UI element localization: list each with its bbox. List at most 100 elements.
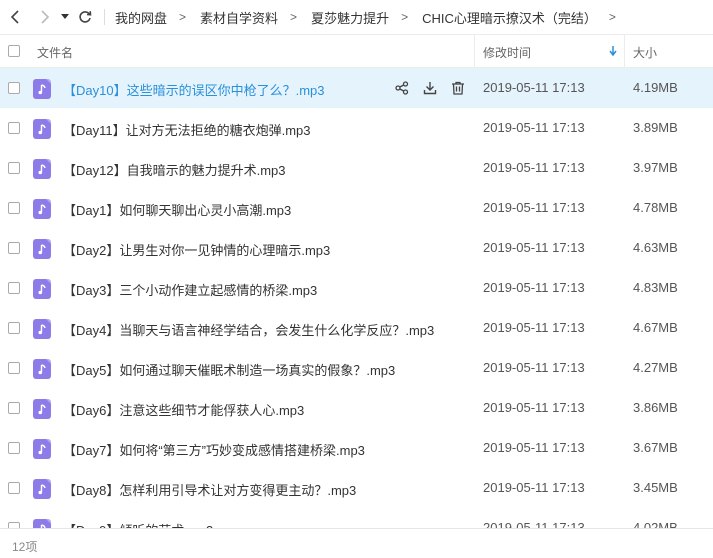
row-checkbox[interactable] bbox=[8, 362, 20, 374]
file-name[interactable]: 【Day7】如何将“第三方”巧妙变成感情搭建桥梁.mp3 bbox=[63, 440, 365, 459]
file-name[interactable]: 【Day6】注意这些细节才能俘获人心.mp3 bbox=[63, 400, 304, 419]
file-name[interactable]: 【Day8】怎样利用引导术让对方变得更主动？.mp3 bbox=[63, 480, 356, 499]
column-header-name[interactable]: 文件名 bbox=[37, 44, 73, 61]
column-header-mtime[interactable]: 修改时间 bbox=[483, 44, 531, 61]
file-modified-time: 2019-05-11 17:13 bbox=[483, 520, 585, 528]
file-name[interactable]: 【Day2】让男生对你一见钟情的心理暗示.mp3 bbox=[63, 240, 330, 259]
select-all-checkbox[interactable] bbox=[8, 45, 20, 57]
file-row[interactable]: 【Day9】倾听的艺术.mp3 2019-05-11 17:13 4.02MB bbox=[0, 508, 713, 528]
download-button[interactable] bbox=[420, 78, 440, 98]
file-row[interactable]: 【Day5】如何通过聊天催眠术制造一场真实的假象？.mp3 2019-05-11… bbox=[0, 348, 713, 388]
row-checkbox[interactable] bbox=[8, 282, 20, 294]
file-row[interactable]: 【Day3】三个小动作建立起感情的桥梁.mp3 2019-05-11 17:13… bbox=[0, 268, 713, 308]
file-modified-time: 2019-05-11 17:13 bbox=[483, 320, 585, 335]
breadcrumb-separator: > bbox=[290, 10, 298, 24]
file-row[interactable]: 【Day10】这些暗示的误区你中枪了么？.mp3 2019-05-11 17:1… bbox=[0, 68, 713, 108]
history-dropdown-icon bbox=[61, 14, 69, 19]
file-modified-time: 2019-05-11 17:13 bbox=[483, 480, 585, 495]
file-name[interactable]: 【Day12】自我暗示的魅力提升术.mp3 bbox=[63, 160, 285, 179]
share-button[interactable] bbox=[392, 78, 412, 98]
file-size: 3.86MB bbox=[633, 400, 678, 415]
back-arrow-icon bbox=[10, 10, 19, 24]
row-checkbox[interactable] bbox=[8, 442, 20, 454]
row-checkbox[interactable] bbox=[8, 82, 20, 94]
file-name[interactable]: 【Day10】这些暗示的误区你中枪了么？.mp3 bbox=[63, 80, 324, 99]
file-modified-time: 2019-05-11 17:13 bbox=[483, 240, 585, 255]
delete-button[interactable] bbox=[448, 78, 468, 98]
file-name[interactable]: 【Day4】当聊天与语言神经学结合，会发生什么化学反应？.mp3 bbox=[63, 320, 434, 339]
file-list: 【Day10】这些暗示的误区你中枪了么？.mp3 2019-05-11 17:1… bbox=[0, 68, 713, 528]
breadcrumb-current-folder[interactable]: CHIC心理暗示撩汉术（完结） bbox=[422, 8, 597, 27]
download-icon bbox=[423, 82, 437, 95]
breadcrumb: 我的网盘 > 素材自学资料 > 夏莎魅力提升 > CHIC心理暗示撩汉术（完结）… bbox=[115, 8, 630, 27]
music-file-icon bbox=[33, 79, 51, 99]
file-size: 4.27MB bbox=[633, 360, 678, 375]
row-checkbox[interactable] bbox=[8, 482, 20, 494]
file-row[interactable]: 【Day7】如何将“第三方”巧妙变成感情搭建桥梁.mp3 2019-05-11 … bbox=[0, 428, 713, 468]
music-file-icon bbox=[33, 479, 51, 499]
file-modified-time: 2019-05-11 17:13 bbox=[483, 120, 585, 135]
music-file-icon bbox=[33, 239, 51, 259]
column-divider[interactable] bbox=[624, 35, 625, 67]
file-size: 4.83MB bbox=[633, 280, 678, 295]
delete-icon bbox=[452, 81, 464, 95]
forward-arrow-icon bbox=[41, 10, 50, 24]
file-modified-time: 2019-05-11 17:13 bbox=[483, 400, 585, 415]
file-row[interactable]: 【Day8】怎样利用引导术让对方变得更主动？.mp3 2019-05-11 17… bbox=[0, 468, 713, 508]
row-checkbox[interactable] bbox=[8, 202, 20, 214]
breadcrumb-separator: > bbox=[179, 10, 187, 24]
file-row[interactable]: 【Day12】自我暗示的魅力提升术.mp3 2019-05-11 17:13 3… bbox=[0, 148, 713, 188]
item-count: 12项 bbox=[12, 540, 38, 554]
music-file-icon bbox=[33, 319, 51, 339]
music-file-icon bbox=[33, 399, 51, 419]
forward-button[interactable] bbox=[34, 6, 56, 28]
file-size: 4.67MB bbox=[633, 320, 678, 335]
share-icon bbox=[395, 81, 409, 95]
file-row[interactable]: 【Day6】注意这些细节才能俘获人心.mp3 2019-05-11 17:13 … bbox=[0, 388, 713, 428]
music-file-icon bbox=[33, 159, 51, 179]
file-size: 4.63MB bbox=[633, 240, 678, 255]
music-file-icon bbox=[33, 199, 51, 219]
file-size: 3.97MB bbox=[633, 160, 678, 175]
file-row[interactable]: 【Day4】当聊天与语言神经学结合，会发生什么化学反应？.mp3 2019-05… bbox=[0, 308, 713, 348]
row-actions bbox=[392, 78, 468, 98]
refresh-icon bbox=[79, 11, 92, 23]
breadcrumb-charm[interactable]: 夏莎魅力提升 bbox=[311, 8, 389, 27]
file-size: 4.02MB bbox=[633, 520, 678, 528]
file-name[interactable]: 【Day11】让对方无法拒绝的糖衣炮弹.mp3 bbox=[63, 120, 311, 139]
refresh-button[interactable] bbox=[74, 6, 96, 28]
file-row[interactable]: 【Day1】如何聊天聊出心灵小高潮.mp3 2019-05-11 17:13 4… bbox=[0, 188, 713, 228]
file-name[interactable]: 【Day1】如何聊天聊出心灵小高潮.mp3 bbox=[63, 200, 291, 219]
row-checkbox[interactable] bbox=[8, 122, 20, 134]
breadcrumb-my-drive[interactable]: 我的网盘 bbox=[115, 8, 167, 27]
list-header: 文件名 修改时间 大小 bbox=[0, 34, 713, 68]
music-file-icon bbox=[33, 359, 51, 379]
back-button[interactable] bbox=[4, 6, 26, 28]
column-header-size[interactable]: 大小 bbox=[633, 44, 657, 61]
toolbar-divider bbox=[104, 9, 105, 25]
file-row[interactable]: 【Day11】让对方无法拒绝的糖衣炮弹.mp3 2019-05-11 17:13… bbox=[0, 108, 713, 148]
file-modified-time: 2019-05-11 17:13 bbox=[483, 80, 585, 95]
file-modified-time: 2019-05-11 17:13 bbox=[483, 360, 585, 375]
file-name[interactable]: 【Day3】三个小动作建立起感情的桥梁.mp3 bbox=[63, 280, 317, 299]
file-size: 4.78MB bbox=[633, 200, 678, 215]
column-divider[interactable] bbox=[474, 35, 475, 67]
breadcrumb-separator[interactable]: > bbox=[609, 10, 616, 24]
row-checkbox[interactable] bbox=[8, 402, 20, 414]
breadcrumb-materials[interactable]: 素材自学资料 bbox=[200, 8, 278, 27]
file-row[interactable]: 【Day2】让男生对你一见钟情的心理暗示.mp3 2019-05-11 17:1… bbox=[0, 228, 713, 268]
file-modified-time: 2019-05-11 17:13 bbox=[483, 280, 585, 295]
file-modified-time: 2019-05-11 17:13 bbox=[483, 160, 585, 175]
row-checkbox[interactable] bbox=[8, 242, 20, 254]
row-checkbox[interactable] bbox=[8, 162, 20, 174]
file-modified-time: 2019-05-11 17:13 bbox=[483, 200, 585, 215]
file-size: 3.45MB bbox=[633, 480, 678, 495]
music-file-icon bbox=[33, 119, 51, 139]
file-size: 4.19MB bbox=[633, 80, 678, 95]
file-name[interactable]: 【Day5】如何通过聊天催眠术制造一场真实的假象？.mp3 bbox=[63, 360, 395, 379]
music-file-icon bbox=[33, 519, 51, 528]
file-name[interactable]: 【Day9】倾听的艺术.mp3 bbox=[63, 520, 213, 528]
file-size: 3.89MB bbox=[633, 120, 678, 135]
row-checkbox[interactable] bbox=[8, 322, 20, 334]
history-dropdown-button[interactable] bbox=[58, 6, 72, 28]
